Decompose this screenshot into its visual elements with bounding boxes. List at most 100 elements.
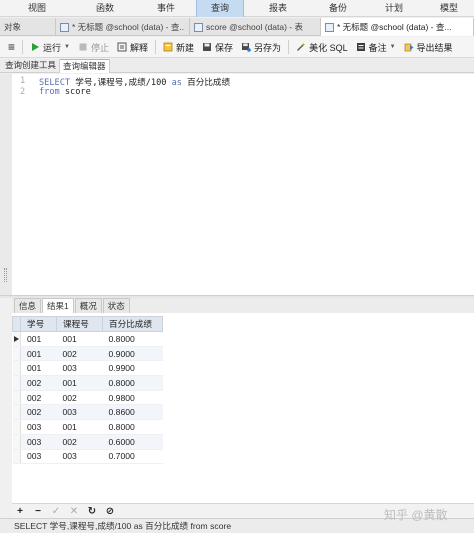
table-row[interactable]: 003 001 0.8000 [12, 419, 163, 435]
table-cell[interactable]: 001 [56, 419, 103, 435]
document-tab-3[interactable]: * 无标题 @school (data) - 查... [321, 18, 474, 36]
new-query-button[interactable]: 新建 [159, 38, 198, 56]
table-cell[interactable]: 0.8000 [102, 419, 163, 435]
document-tab-0[interactable]: 对象 [0, 18, 56, 36]
beautify-label: 美化 SQL [309, 42, 348, 53]
comment-button[interactable]: 备注 ▼ [352, 38, 400, 56]
document-tab-2[interactable]: score @school (data) - 表 [190, 18, 321, 36]
table-cell[interactable]: 003 [20, 449, 57, 465]
table-cell[interactable]: 002 [56, 390, 103, 406]
table-cell[interactable]: 0.8600 [102, 404, 163, 421]
comment-label: 备注 [368, 42, 387, 53]
discard-changes-button[interactable]: ✕ [69, 506, 79, 517]
row-marker[interactable] [12, 331, 21, 347]
stop-query-button[interactable]: ⊘ [105, 506, 115, 517]
splitter-grip[interactable] [4, 268, 7, 282]
table-cell[interactable]: 002 [20, 390, 57, 406]
tab-query-builder[interactable]: 查询创建工具 [2, 59, 61, 73]
table-row[interactable]: 003 002 0.6000 [12, 434, 163, 450]
table-cell[interactable]: 001 [20, 346, 57, 362]
current-row-arrow-icon [13, 336, 19, 342]
table-cell[interactable]: 0.8000 [102, 375, 163, 391]
stop-button[interactable]: 停止 [74, 38, 113, 56]
stop-icon [79, 43, 87, 51]
table-row[interactable]: 002 003 0.8600 [12, 404, 163, 421]
line-number: 2 [20, 87, 26, 97]
table-cell[interactable]: 002 [20, 375, 57, 391]
table-cell[interactable]: 002 [56, 434, 103, 450]
tab-info[interactable]: 信息 [14, 298, 42, 313]
menu-item-3[interactable]: 查询 [196, 0, 244, 17]
row-marker[interactable] [12, 419, 21, 435]
code-line[interactable]: from score [39, 87, 91, 97]
table-cell[interactable]: 0.8000 [102, 331, 163, 347]
row-marker-header [12, 316, 21, 332]
chevron-down-icon[interactable]: ▼ [390, 44, 396, 50]
row-marker[interactable] [12, 449, 21, 465]
column-header[interactable]: 百分比成绩 [102, 316, 163, 332]
new-query-icon [163, 42, 173, 52]
table-cell[interactable]: 0.9800 [102, 390, 163, 406]
result-tabs: 信息 结果1 概况 状态 [12, 298, 474, 313]
toolbar-separator [155, 40, 157, 54]
document-tab-label: 对象 [4, 22, 22, 32]
document-tab-label: score @school (data) - 表 [206, 22, 303, 32]
menu-item-2[interactable]: 事件 [136, 0, 196, 17]
result-grid-area[interactable]: 学号 课程号 百分比成绩 001 001 0.8000 001 002 0.9000 001 003… [12, 313, 474, 503]
table-row[interactable]: 002 001 0.8000 [12, 375, 163, 391]
row-marker[interactable] [12, 404, 21, 421]
menu-item-1[interactable]: 函数 [74, 0, 136, 17]
table-cell[interactable]: 0.9900 [102, 360, 163, 377]
table-cell[interactable]: 002 [56, 346, 103, 362]
row-marker[interactable] [12, 346, 21, 362]
beautify-sql-button[interactable]: 美化 SQL [292, 38, 352, 56]
sql-editor[interactable]: 1 SELECT 学号,课程号,成绩/100 as 百分比成绩 2 from scor… [12, 74, 474, 295]
export-results-button[interactable]: 导出结果 [400, 38, 457, 56]
left-splitter-strip[interactable] [0, 74, 12, 295]
row-marker[interactable] [12, 390, 21, 406]
table-cell[interactable]: 003 [56, 449, 103, 465]
row-marker[interactable] [12, 375, 21, 391]
table-cell[interactable]: 0.6000 [102, 434, 163, 450]
row-marker[interactable] [12, 434, 21, 450]
explain-button[interactable]: 解释 [113, 38, 152, 56]
add-record-button[interactable]: + [15, 506, 25, 517]
save-button[interactable]: 保存 [198, 38, 237, 56]
table-row[interactable]: 001 001 0.8000 [12, 331, 163, 347]
table-cell[interactable]: 003 [20, 419, 57, 435]
menu-item-4[interactable]: 报表 [244, 0, 312, 17]
column-header[interactable]: 学号 [20, 316, 57, 332]
menu-item-0[interactable]: 视图 [0, 0, 74, 17]
table-row[interactable]: 001 002 0.9000 [12, 346, 163, 362]
hamburger-menu-button[interactable]: ≡ [4, 38, 19, 56]
table-cell[interactable]: 001 [56, 375, 103, 391]
tab-profile[interactable]: 概况 [74, 298, 102, 313]
table-cell[interactable]: 0.9000 [102, 346, 163, 362]
tab-status[interactable]: 状态 [102, 298, 130, 313]
apply-changes-button[interactable]: ✓ [51, 506, 61, 517]
column-header[interactable]: 课程号 [56, 316, 103, 332]
tab-result-1[interactable]: 结果1 [42, 298, 74, 313]
table-cell[interactable]: 003 [56, 404, 103, 421]
table-cell[interactable]: 003 [20, 434, 57, 450]
table-row[interactable]: 001 003 0.9900 [12, 360, 163, 377]
table-row[interactable]: 002 002 0.9800 [12, 390, 163, 406]
document-tab-1[interactable]: * 无标题 @school (data) - 查... [56, 18, 190, 36]
table-cell[interactable]: 003 [56, 360, 103, 377]
menu-item-6[interactable]: 计划 [364, 0, 424, 17]
save-as-button[interactable]: 另存为 [237, 38, 285, 56]
chevron-down-icon[interactable]: ▼ [64, 44, 70, 50]
table-cell[interactable]: 001 [20, 360, 57, 377]
menu-item-7[interactable]: 模型 [424, 0, 474, 17]
row-marker[interactable] [12, 360, 21, 377]
tab-query-editor[interactable]: 查询编辑器 [60, 59, 110, 73]
table-cell[interactable]: 001 [56, 331, 103, 347]
menu-item-5[interactable]: 备份 [312, 0, 364, 17]
table-cell[interactable]: 001 [20, 331, 57, 347]
table-cell[interactable]: 0.7000 [102, 449, 163, 465]
refresh-button[interactable]: ↻ [87, 506, 97, 517]
run-button[interactable]: 运行 ▼ [26, 38, 74, 56]
delete-record-button[interactable]: − [33, 506, 43, 517]
table-cell[interactable]: 002 [20, 404, 57, 421]
table-row[interactable]: 003 003 0.7000 [12, 449, 163, 465]
